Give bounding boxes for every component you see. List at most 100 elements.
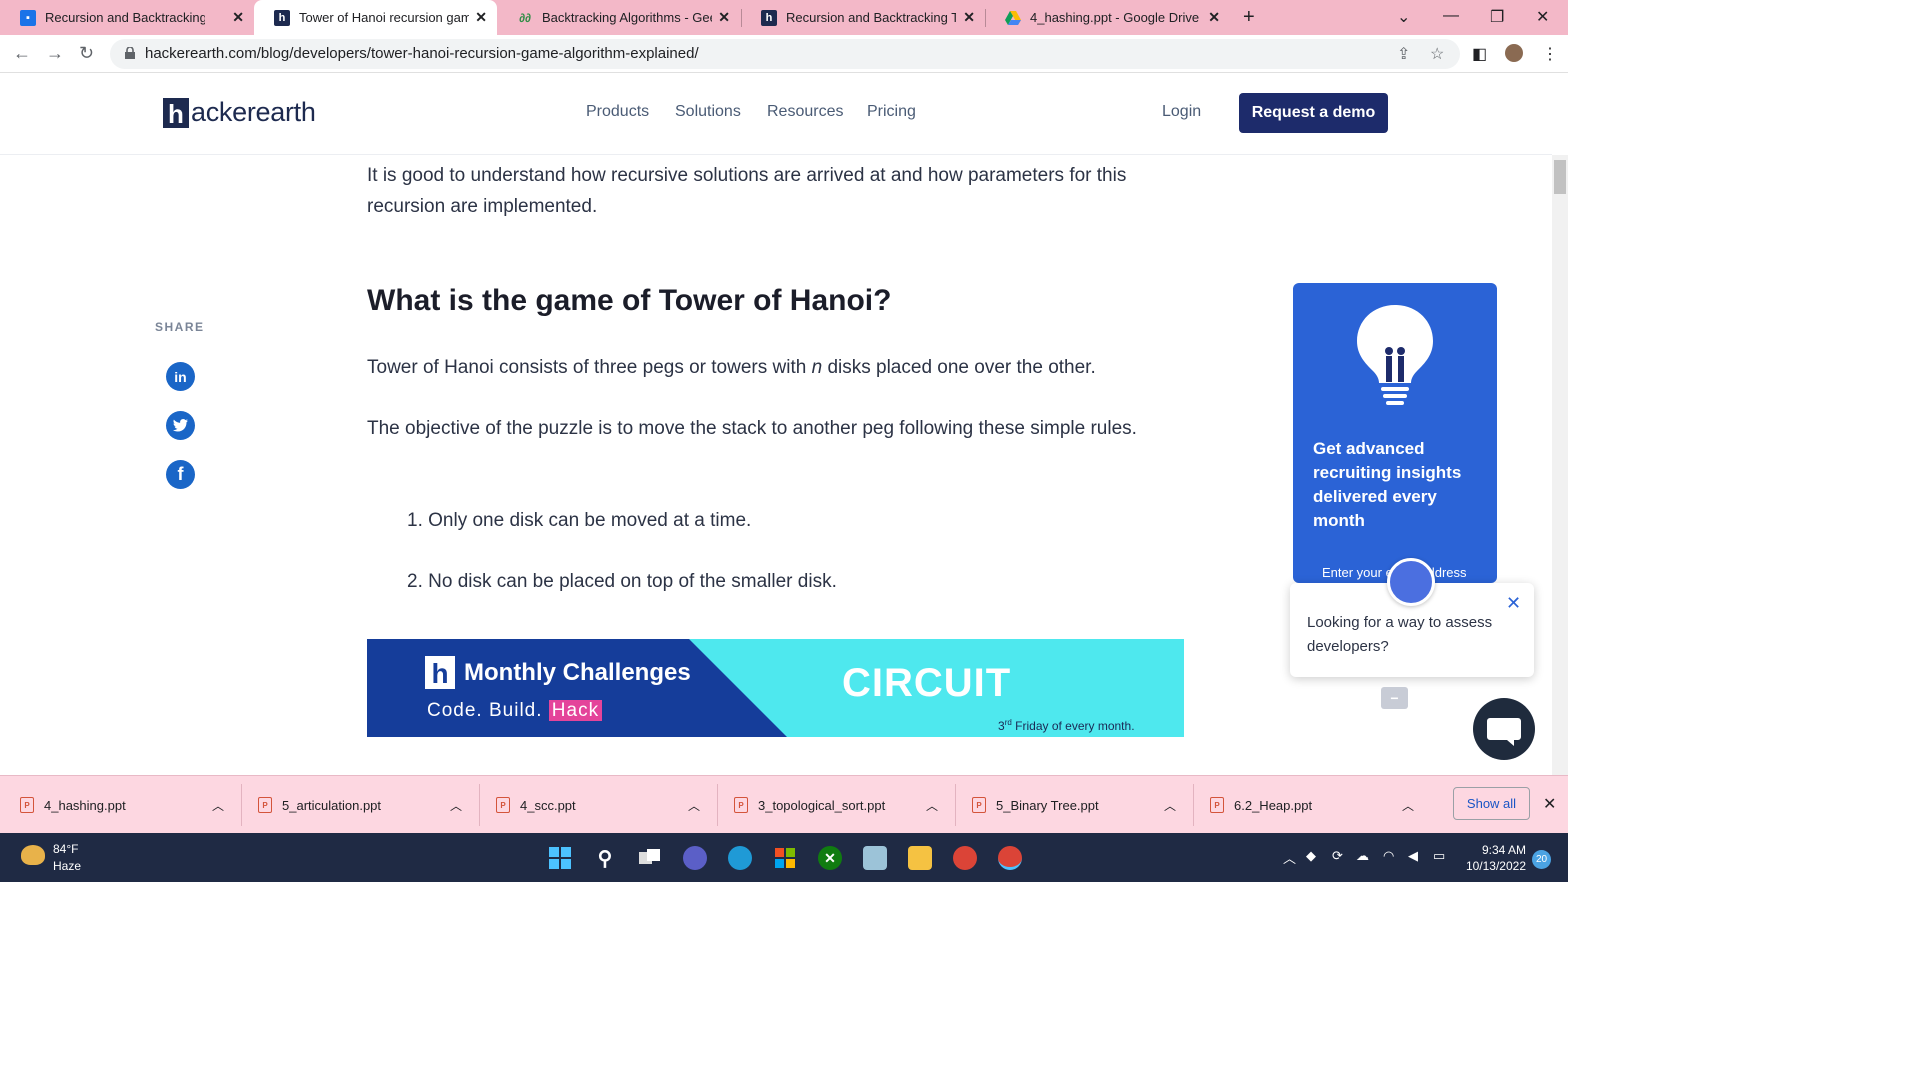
tab-title: 4_hashing.ppt - Google Drive [1030, 10, 1200, 25]
forward-arrow-icon[interactable]: → [46, 43, 64, 64]
restore-button[interactable]: ❐ [1490, 7, 1504, 27]
close-shelf-icon[interactable]: ✕ [1543, 794, 1556, 814]
profile-avatar[interactable] [1505, 44, 1523, 62]
chevron-up-icon[interactable]: ︿ [926, 797, 938, 814]
google-drive-icon [1005, 10, 1021, 26]
chatbot-avatar[interactable] [1387, 558, 1435, 606]
chrome-profile-icon[interactable] [998, 846, 1022, 870]
rule-item: 2. No disk can be placed on top of the s… [407, 571, 837, 592]
hackerearth-logo[interactable]: h ackerearth [163, 97, 316, 128]
close-tab-icon[interactable]: ✕ [1208, 9, 1220, 26]
close-window-button[interactable]: ✕ [1536, 7, 1549, 27]
login-link[interactable]: Login [1162, 103, 1201, 121]
download-item[interactable]: P 3_topological_sort.ppt ︿ [734, 776, 938, 834]
page-scrollbar[interactable] [1552, 155, 1568, 775]
wifi-icon[interactable]: ◠ [1383, 848, 1394, 864]
notification-badge[interactable]: 20 [1532, 850, 1551, 869]
download-item[interactable]: P 4_scc.ppt ︿ [496, 776, 700, 834]
tab-recursion-tutorial[interactable]: h Recursion and Backtracking Tuto ✕ [741, 0, 985, 35]
xbox-icon[interactable]: ✕ [818, 846, 842, 870]
nav-pricing[interactable]: Pricing [867, 103, 916, 121]
chat-launcher-button[interactable] [1473, 698, 1535, 760]
tab-title: Backtracking Algorithms - Geeks [542, 10, 712, 25]
banner-schedule: 3rd Friday of every month. [998, 718, 1135, 733]
share-label: SHARE [155, 320, 205, 334]
onedrive-cloud-icon[interactable]: ☁ [1356, 848, 1369, 864]
tagline-hack: Hack [548, 700, 603, 721]
system-clock[interactable]: 9:34 AM 10/13/2022 [1463, 842, 1526, 874]
battery-icon[interactable]: ▭ [1433, 848, 1445, 864]
download-filename: 5_Binary Tree.ppt [996, 797, 1099, 813]
file-explorer-icon[interactable] [908, 846, 932, 870]
new-tab-button[interactable]: + [1243, 6, 1255, 29]
back-arrow-icon[interactable]: ← [13, 43, 31, 64]
tray-app-icon[interactable]: ◆ [1306, 848, 1316, 864]
linkedin-icon[interactable]: in [166, 362, 195, 391]
monthly-challenges-banner[interactable]: h Monthly Challenges Code. Build. Hack C… [367, 639, 1184, 737]
volume-icon[interactable]: ◀ [1408, 848, 1418, 864]
edge-browser-icon[interactable] [728, 846, 752, 870]
nav-solutions[interactable]: Solutions [675, 103, 741, 121]
schedule-number: 3 [998, 719, 1005, 733]
weather-condition[interactable]: Haze [53, 859, 81, 873]
paragraph-text: Tower of Hanoi consists of three pegs or… [367, 357, 812, 378]
scrollbar-thumb[interactable] [1554, 160, 1566, 194]
tab-strip: ▪ Recursion and Backtracking ✕ h Tower o… [0, 0, 1568, 35]
banner-logo-mark: h [425, 656, 455, 689]
url-text[interactable]: hackerearth.com/blog/developers/tower-ha… [145, 45, 699, 62]
rule-item: 1. Only one disk can be moved at a time. [407, 510, 752, 531]
nav-resources[interactable]: Resources [767, 103, 843, 121]
download-item[interactable]: P 6.2_Heap.ppt ︿ [1210, 776, 1414, 834]
download-filename: 6.2_Heap.ppt [1234, 797, 1313, 813]
photos-icon[interactable] [863, 846, 887, 870]
close-icon[interactable]: ✕ [1506, 593, 1521, 614]
close-tab-icon[interactable]: ✕ [232, 9, 244, 26]
chevron-up-icon[interactable]: ︿ [1283, 848, 1296, 867]
tab-search-icon[interactable]: ⌄ [1397, 7, 1410, 27]
minimize-button[interactable]: — [1443, 7, 1459, 25]
download-filename: 4_hashing.ppt [44, 797, 126, 813]
weather-temperature[interactable]: 84°F [53, 842, 78, 856]
side-panel-icon[interactable]: ◧ [1472, 44, 1487, 64]
search-icon[interactable]: ⚲ [593, 846, 617, 870]
download-item[interactable]: P 5_articulation.ppt ︿ [258, 776, 462, 834]
task-view-icon[interactable] [638, 846, 662, 870]
chrome-icon[interactable] [953, 846, 977, 870]
reload-icon[interactable]: ↻ [79, 43, 94, 64]
menu-kebab-icon[interactable]: ⋮ [1542, 44, 1558, 64]
weather-haze-icon[interactable] [21, 845, 45, 865]
sync-icon[interactable]: ⟳ [1332, 848, 1343, 864]
bookmark-star-icon[interactable]: ☆ [1430, 44, 1444, 64]
chevron-up-icon[interactable]: ︿ [1402, 797, 1414, 814]
tagline-text: Code. Build. [427, 700, 549, 721]
windows-start-icon[interactable] [548, 846, 572, 870]
tab-google-drive[interactable]: 4_hashing.ppt - Google Drive ✕ [985, 0, 1230, 35]
close-tab-icon[interactable]: ✕ [963, 9, 975, 26]
microsoft-store-icon[interactable] [773, 846, 797, 870]
chevron-up-icon[interactable]: ︿ [212, 797, 224, 814]
download-item[interactable]: P 4_hashing.ppt ︿ [20, 776, 224, 834]
twitter-icon[interactable] [166, 411, 195, 440]
chevron-up-icon[interactable]: ︿ [450, 797, 462, 814]
address-bar[interactable]: hackerearth.com/blog/developers/tower-ha… [110, 39, 1460, 69]
tab-tower-of-hanoi[interactable]: h Tower of Hanoi recursion game a ✕ [254, 0, 497, 35]
chevron-up-icon[interactable]: ︿ [1164, 797, 1176, 814]
share-icon[interactable]: ⇪ [1397, 44, 1410, 64]
chevron-up-icon[interactable]: ︿ [688, 797, 700, 814]
nav-products[interactable]: Products [586, 103, 649, 121]
close-tab-icon[interactable]: ✕ [718, 9, 730, 26]
circuit-title: CIRCUIT [842, 661, 1012, 705]
tab-backtracking-geeks[interactable]: ∂∂ Backtracking Algorithms - Geeks ✕ [497, 0, 740, 35]
teams-chat-icon[interactable] [683, 846, 707, 870]
close-tab-icon[interactable]: ✕ [475, 9, 487, 26]
variable-n: n [811, 357, 823, 378]
show-all-button[interactable]: Show all [1453, 787, 1530, 820]
minimize-chat-button[interactable]: − [1381, 687, 1408, 709]
request-demo-button[interactable]: Request a demo [1239, 93, 1388, 133]
shelf-separator [717, 784, 718, 826]
facebook-icon[interactable]: f [166, 460, 195, 489]
paragraph-text: disks placed one over the other. [822, 357, 1096, 378]
tab-recursion-backtracking[interactable]: ▪ Recursion and Backtracking ✕ [0, 0, 254, 35]
download-item[interactable]: P 5_Binary Tree.ppt ︿ [972, 776, 1176, 834]
schedule-text: Friday of every month. [1011, 719, 1135, 733]
